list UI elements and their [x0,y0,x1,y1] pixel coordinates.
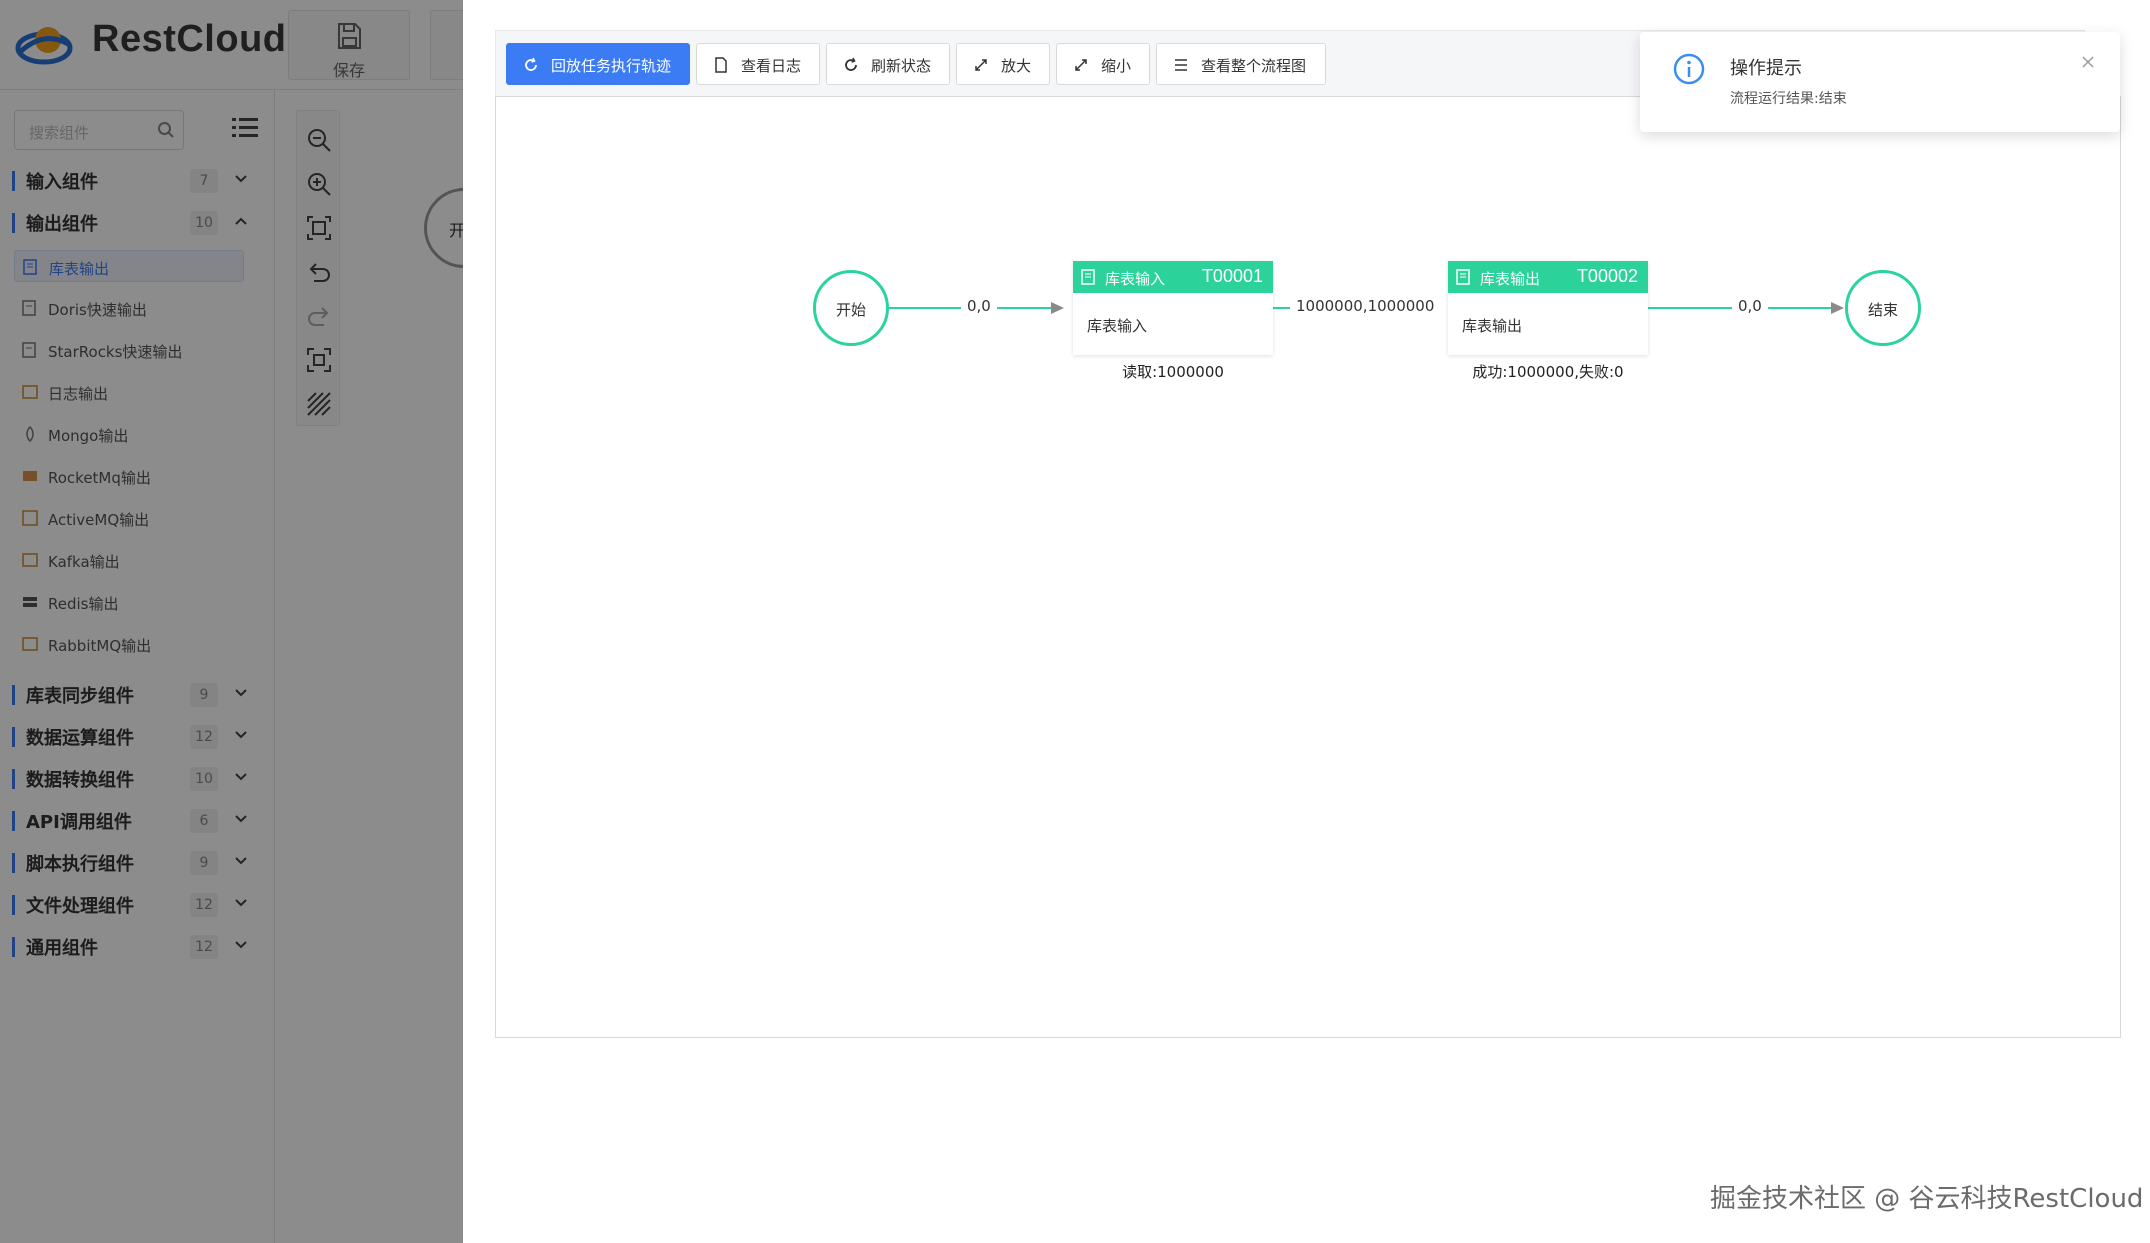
task-node-body: 库表输出 [1462,317,1523,335]
task-node-stat: 读取:1000000 [1122,363,1224,381]
zoom-in-button[interactable]: 放大 [956,43,1050,85]
info-icon [1673,53,1705,85]
start-node[interactable]: 开始 [813,270,889,346]
view-full-flow-label: 查看整个流程图 [1201,57,1307,75]
task-node-title: 库表输出 [1480,270,1541,288]
task-node-table-output[interactable]: 库表输出 T00002 库表输出 [1448,261,1648,355]
arrow-head [1831,302,1844,314]
view-log-label: 查看日志 [741,57,802,75]
task-node-title: 库表输入 [1105,270,1166,288]
refresh-icon [525,57,537,71]
refresh-icon [845,57,857,71]
notification-title: 操作提示 [1730,58,1802,79]
shrink-icon [1075,59,1087,71]
task-node-code: T00002 [1576,266,1638,286]
zoom-out-button[interactable]: 缩小 [1056,43,1150,85]
view-full-flow-button[interactable]: 查看整个流程图 [1156,43,1326,85]
task-node-stat: 成功:1000000,失败:0 [1472,363,1624,381]
start-node-label: 开始 [835,301,866,319]
flow-canvas[interactable]: 0,0 1000000,1000000 0,0 开始 库表输入 T00001 库… [495,96,2121,1038]
notification-message: 流程运行结果:结束 [1730,91,1847,107]
zoom-in-label: 放大 [1001,57,1032,75]
refresh-status-button[interactable]: 刷新状态 [826,43,950,85]
replay-trace-button[interactable]: 回放任务执行轨迹 [506,43,690,85]
end-node[interactable]: 结束 [1845,270,1921,346]
close-icon[interactable] [2080,54,2096,70]
list-icon [1175,59,1187,71]
edge-label-start: 0,0 [961,297,997,315]
table-input-icon [1081,269,1095,285]
notification-toast: 操作提示 流程运行结果:结束 [1640,32,2120,132]
execution-trace-drawer: 回放任务执行轨迹 查看日志 刷新状态 放大 缩小 查看整个流程图 0,0 100… [463,0,2150,1243]
refresh-status-label: 刷新状态 [871,57,932,75]
edge-label-end: 0,0 [1732,297,1768,315]
view-log-button[interactable]: 查看日志 [696,43,820,85]
replay-trace-label: 回放任务执行轨迹 [551,57,672,75]
file-icon [715,57,727,73]
task-node-code: T00001 [1201,266,1263,286]
end-node-label: 结束 [1867,301,1898,319]
watermark-text: 掘金技术社区 @ 谷云科技RestCloud [1710,1184,2144,1214]
task-node-header: 库表输入 T00001 [1073,261,1273,293]
expand-icon [975,59,987,71]
table-output-icon [1456,269,1470,285]
task-node-body: 库表输入 [1087,317,1148,335]
edge-label-middle: 1000000,1000000 [1290,297,1441,315]
task-node-header: 库表输出 T00002 [1448,261,1648,293]
arrow-head [1051,302,1064,314]
task-node-table-input[interactable]: 库表输入 T00001 库表输入 [1073,261,1273,355]
flow-edges [887,302,1844,314]
zoom-out-label: 缩小 [1101,57,1132,75]
